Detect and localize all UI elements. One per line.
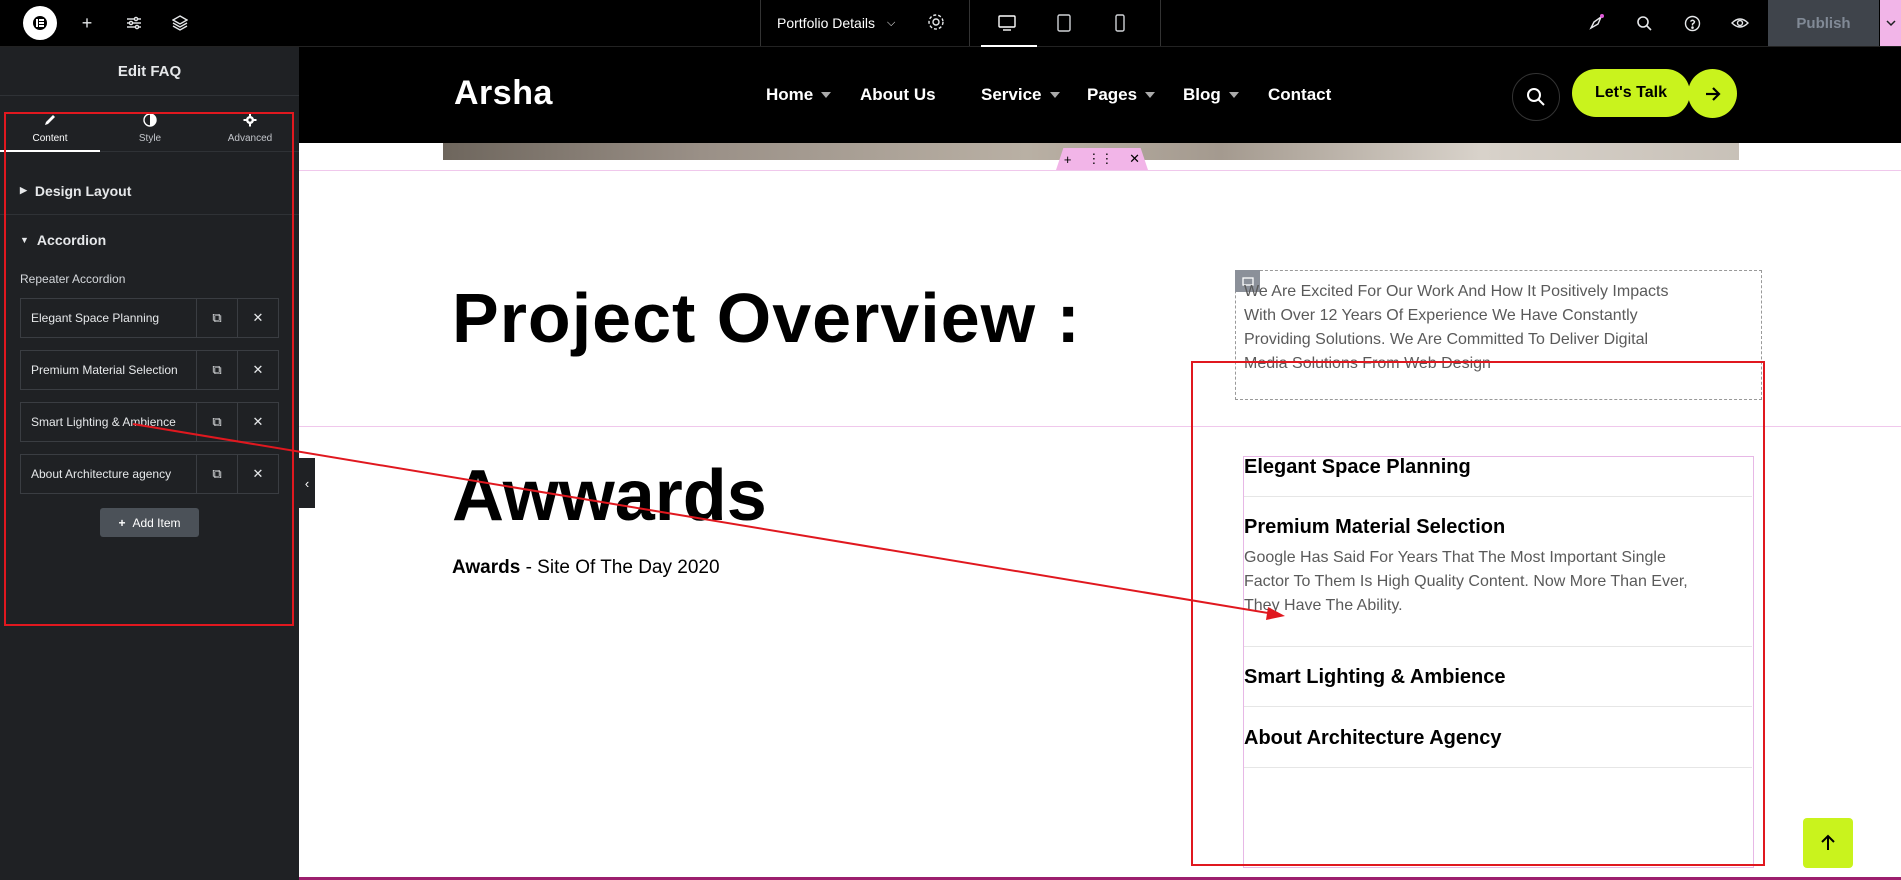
tablet-view-icon[interactable]	[1052, 10, 1076, 36]
caret-down-icon	[1228, 92, 1239, 98]
section-controls[interactable]: + ⋮⋮ ✕	[1056, 148, 1148, 170]
whats-new-rocket-icon[interactable]	[1584, 11, 1608, 35]
responsive-device-switcher	[970, 0, 1161, 47]
drag-handle-icon[interactable]: ⋮⋮	[1087, 151, 1113, 167]
awards-heading: Awwards	[452, 456, 767, 536]
arrow-right-icon[interactable]	[1688, 69, 1737, 118]
arrow-up-icon	[1821, 834, 1835, 850]
document-title-dropdown[interactable]: Portfolio Details ⌵	[760, 0, 970, 46]
search-icon	[1527, 88, 1545, 106]
section-boundary	[299, 170, 1901, 171]
caret-down-icon	[1049, 92, 1060, 98]
nav-about-label: About Us	[860, 85, 936, 104]
nav-contact[interactable]: Contact	[1268, 85, 1331, 105]
caret-down-icon	[1145, 92, 1156, 98]
nav-pages-label: Pages	[1087, 85, 1138, 104]
nav-contact-label: Contact	[1268, 85, 1332, 104]
help-icon[interactable]	[1680, 11, 1704, 35]
scroll-to-top-button[interactable]	[1803, 818, 1853, 868]
site-settings-icon[interactable]	[122, 11, 146, 35]
add-element-icon[interactable]: +	[75, 11, 99, 35]
document-title: Portfolio Details	[777, 15, 876, 31]
site-logo[interactable]: Arsha	[454, 74, 553, 113]
site-search-button[interactable]	[1512, 73, 1560, 121]
panel-title: Edit FAQ	[0, 47, 299, 96]
desktop-view-icon[interactable]	[981, 10, 1037, 47]
annotation-box-faq	[1191, 361, 1765, 866]
nav-home[interactable]: Home	[766, 85, 832, 105]
awards-line: Awards - Site Of The Day 2020	[452, 557, 720, 579]
nav-service[interactable]: Service	[981, 85, 1060, 105]
nav-blog-label: Blog	[1183, 85, 1221, 104]
chevron-down-icon: ⌵	[887, 16, 896, 29]
nav-blog[interactable]: Blog	[1183, 85, 1239, 105]
preview-eye-icon[interactable]	[1728, 11, 1752, 35]
publish-button[interactable]: Publish	[1768, 0, 1879, 46]
mobile-view-icon[interactable]	[1108, 10, 1132, 36]
structure-layers-icon[interactable]	[168, 11, 192, 35]
delete-section-icon[interactable]: ✕	[1129, 151, 1140, 167]
lets-talk-button[interactable]: Let's Talk	[1572, 69, 1690, 117]
nav-pages[interactable]: Pages	[1087, 85, 1156, 105]
project-overview-heading: Project Overview :	[452, 279, 1081, 357]
editor-topbar: + Portfolio Details ⌵ Publish	[0, 0, 1901, 47]
nav-home-label: Home	[766, 85, 814, 104]
nav-service-label: Service	[981, 85, 1042, 104]
caret-down-icon	[821, 92, 832, 98]
page-settings-gear-icon[interactable]	[927, 13, 945, 34]
annotation-box-panel	[4, 112, 294, 626]
nav-about[interactable]: About Us	[860, 85, 936, 105]
elementor-logo-icon[interactable]	[23, 6, 57, 40]
collapse-panel-chevron-icon[interactable]: ‹	[299, 458, 315, 508]
site-header: Arsha Home About Us Service Pages Blog C…	[299, 47, 1901, 143]
add-section-icon[interactable]: +	[1064, 152, 1072, 167]
publish-options-chevron-icon[interactable]	[1880, 0, 1901, 46]
search-icon[interactable]	[1632, 11, 1656, 35]
awards-value: - Site Of The Day 2020	[520, 557, 720, 578]
awards-label: Awards	[452, 557, 521, 578]
